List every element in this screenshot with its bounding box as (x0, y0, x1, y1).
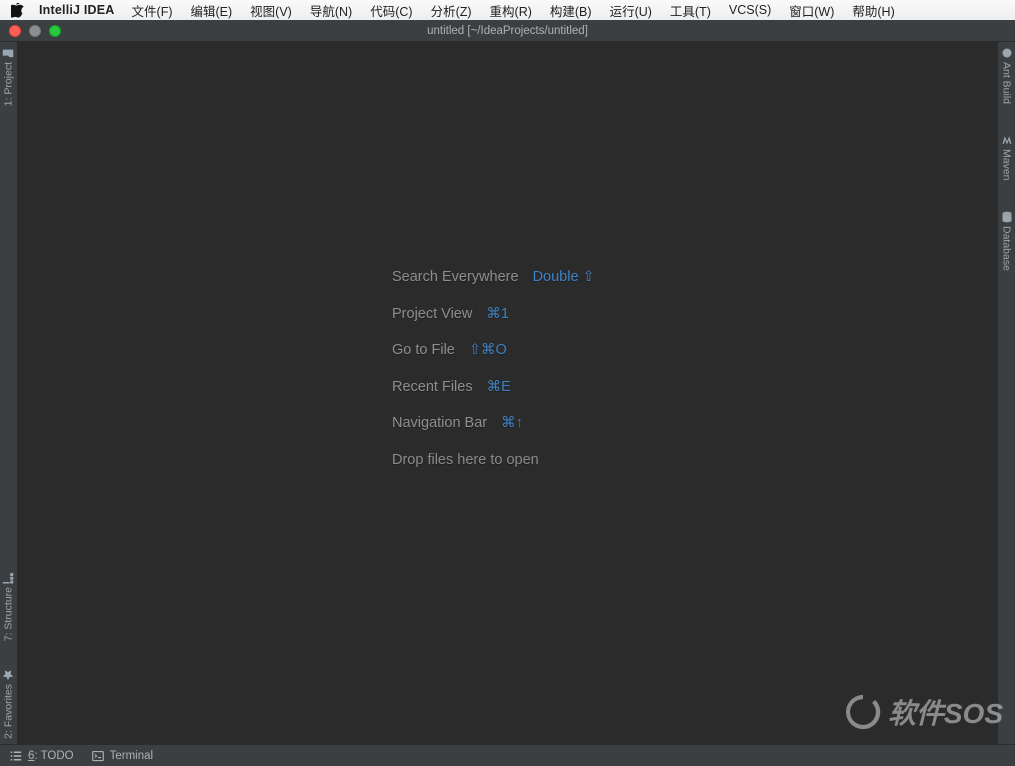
menu-view[interactable]: 视图(V) (250, 1, 292, 20)
shortcut: Double ⇧ (533, 269, 595, 285)
terminal-label: Terminal (110, 750, 153, 762)
shortcut: ⌘E (487, 379, 511, 395)
menu-code[interactable]: 代码(C) (370, 1, 412, 20)
label: Navigation Bar (392, 415, 487, 431)
tool-todo[interactable]: 6: TODO (10, 750, 74, 762)
label: Search Everywhere (392, 269, 519, 285)
list-icon (10, 750, 22, 762)
tool-window-favorites-label: 2: Favorites (3, 684, 15, 739)
folder-icon (3, 47, 15, 59)
label: Recent Files (392, 379, 473, 395)
database-icon (1001, 211, 1013, 223)
window-title: untitled [~/IdeaProjects/untitled] (427, 25, 588, 37)
shortcut-recent-files[interactable]: Recent Files ⌘E (392, 380, 595, 395)
shortcut-search-everywhere[interactable]: Search Everywhere Double ⇧ (392, 270, 595, 285)
menu-vcs[interactable]: VCS(S) (729, 3, 771, 17)
tool-window-database[interactable]: Database (998, 206, 1015, 276)
menu-window[interactable]: 窗口(W) (789, 1, 834, 20)
ide-frame: 1: Project 7: Structure 2: Favorites Sea… (0, 42, 1015, 744)
menu-file[interactable]: 文件(F) (132, 1, 173, 20)
star-icon (3, 669, 15, 681)
window-close-button[interactable] (9, 25, 21, 37)
menu-run[interactable]: 运行(U) (610, 1, 652, 20)
tool-terminal[interactable]: Terminal (92, 750, 153, 762)
shortcut-navigation-bar[interactable]: Navigation Bar ⌘↑ (392, 416, 595, 431)
shortcut: ⌘↑ (501, 415, 523, 431)
macos-menu-bar: IntelliJ IDEA 文件(F) 编辑(E) 视图(V) 导航(N) 代码… (0, 0, 1015, 20)
tool-window-structure-label: 7: Structure (3, 587, 15, 641)
tool-window-structure[interactable]: 7: Structure (0, 567, 17, 646)
menu-build[interactable]: 构建(B) (550, 1, 592, 20)
todo-label: : TODO (34, 750, 73, 762)
window-titlebar: untitled [~/IdeaProjects/untitled] (0, 20, 1015, 42)
shortcut-go-to-file[interactable]: Go to File ⇧⌘O (392, 343, 595, 358)
drop-hint: Drop files here to open (392, 453, 595, 468)
label: Project View (392, 306, 472, 322)
shortcut: ⇧⌘O (469, 342, 507, 358)
welcome-shortcuts: Search Everywhere Double ⇧ Project View … (392, 270, 595, 489)
menu-edit[interactable]: 编辑(E) (191, 1, 233, 20)
window-zoom-button[interactable] (49, 25, 61, 37)
structure-icon (3, 572, 15, 584)
menu-navigate[interactable]: 导航(N) (310, 1, 352, 20)
tool-window-ant[interactable]: Ant Build (998, 42, 1015, 109)
menu-help[interactable]: 帮助(H) (852, 1, 894, 20)
app-name[interactable]: IntelliJ IDEA (39, 3, 115, 17)
bottom-tool-strip: 6: TODO Terminal (0, 744, 1015, 766)
menu-refactor[interactable]: 重构(R) (490, 1, 532, 20)
ant-icon (1001, 47, 1013, 59)
shortcut-project-view[interactable]: Project View ⌘1 (392, 307, 595, 322)
tool-window-maven-label: Maven (1001, 149, 1013, 181)
editor-area[interactable]: Search Everywhere Double ⇧ Project View … (18, 42, 997, 744)
apple-menu-icon[interactable] (10, 3, 25, 18)
label: Go to File (392, 342, 455, 358)
tool-window-project[interactable]: 1: Project (0, 42, 17, 111)
window-minimize-button[interactable] (29, 25, 41, 37)
menu-analyze[interactable]: 分析(Z) (431, 1, 472, 20)
maven-icon (1001, 134, 1013, 146)
right-tool-gutter: Ant Build Maven Database (997, 42, 1015, 744)
tool-window-project-label: 1: Project (3, 62, 15, 106)
left-tool-gutter: 1: Project 7: Structure 2: Favorites (0, 42, 18, 744)
tool-window-maven[interactable]: Maven (998, 129, 1015, 186)
tool-window-ant-label: Ant Build (1001, 62, 1013, 104)
terminal-icon (92, 750, 104, 762)
menu-tools[interactable]: 工具(T) (670, 1, 711, 20)
traffic-lights (0, 25, 61, 37)
tool-window-favorites[interactable]: 2: Favorites (0, 664, 17, 744)
shortcut: ⌘1 (486, 306, 509, 322)
tool-window-database-label: Database (1001, 226, 1013, 271)
